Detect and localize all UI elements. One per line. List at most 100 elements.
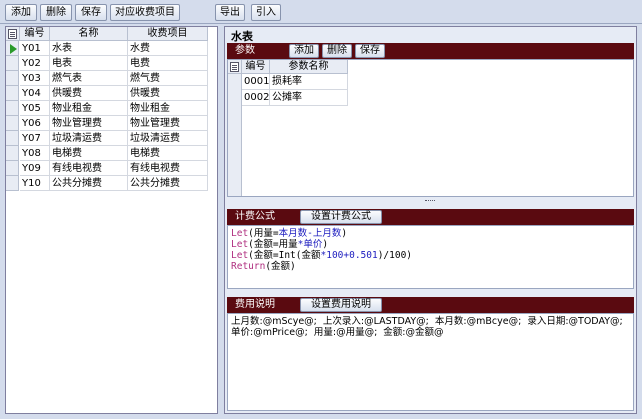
meter-list-panel: 编号 名称 收费项目 Y01 水表 水费 Y02 电表 电费 Y03 燃气表 燃气费 Y04 供暖费… — [5, 26, 218, 414]
meter-fee-cell[interactable]: 物业租金 — [128, 101, 208, 116]
formula-header-bar: 计费公式 — [227, 209, 634, 225]
export-button[interactable]: 导出 — [215, 4, 245, 21]
row-indicator[interactable] — [6, 116, 19, 131]
formula-line: Return(金额) — [231, 261, 630, 272]
meter-name-cell[interactable]: 供暖费 — [50, 86, 128, 101]
meter-code-cell[interactable]: Y07 — [20, 131, 50, 146]
meter-name-cell[interactable]: 物业租金 — [50, 101, 128, 116]
delete-button[interactable]: 删除 — [40, 4, 72, 21]
meter-code-cell[interactable]: Y10 — [20, 176, 50, 191]
formula-line: Let(金额=用量*单价) — [231, 239, 630, 250]
meter-code-cell[interactable]: Y03 — [20, 71, 50, 86]
fee-note-editor[interactable]: 上月数:@mScye@; 上次录入:@LASTDAY@; 本月数:@mBcye@… — [227, 313, 634, 411]
fee-note-header-label: 费用说明 — [235, 299, 275, 310]
fee-note-line-2: 单价:@mPrice@; 用量:@用量@; 金额:@金额@ — [231, 327, 444, 338]
params-column-header-code[interactable]: 编号 — [242, 60, 270, 74]
set-formula-button[interactable]: 设置计费公式 — [300, 210, 382, 224]
meter-fee-cell[interactable]: 燃气费 — [128, 71, 208, 86]
meter-fee-cell[interactable]: 电费 — [128, 56, 208, 71]
grid-corner — [6, 27, 20, 41]
param-save-button[interactable]: 保存 — [355, 44, 385, 58]
row-indicator[interactable] — [6, 71, 19, 86]
formula-expr-b: *100+0.501 — [320, 250, 378, 261]
formula-text: Let(用量=本月数-上月数) Let(金额=用量*单价) Let(金额=Int(金… — [231, 228, 630, 272]
row-indicator[interactable] — [6, 101, 19, 116]
column-header-name[interactable]: 名称 — [50, 27, 128, 41]
meter-code-cell[interactable]: Y04 — [20, 86, 50, 101]
params-column-header-name[interactable]: 参数名称 — [270, 60, 348, 74]
meter-name-cell[interactable]: 电梯费 — [50, 146, 128, 161]
meter-code-cell[interactable]: Y06 — [20, 116, 50, 131]
fee-note-line-1: 上月数:@mScye@; 上次录入:@LASTDAY@; 本月数:@mBcye@… — [231, 316, 623, 327]
import-button[interactable]: 引入 — [251, 4, 281, 21]
param-add-button[interactable]: 添加 — [289, 44, 319, 58]
row-indicator[interactable] — [6, 41, 19, 56]
formula-expr-c: )/100) — [377, 250, 413, 261]
meter-fee-cell[interactable]: 水费 — [128, 41, 208, 56]
meter-code-cell[interactable]: Y09 — [20, 161, 50, 176]
formula-expr-a: (金额) — [265, 261, 296, 272]
formula-keyword: Return — [231, 261, 266, 272]
column-header-fee-item[interactable]: 收费项目 — [128, 27, 208, 41]
row-indicator[interactable] — [6, 86, 19, 101]
main-toolbar: 添加 删除 保存 对应收费项目 导出 引入 — [0, 0, 642, 24]
row-indicator[interactable] — [6, 56, 19, 71]
fee-note-header-bar: 费用说明 — [227, 297, 634, 313]
meter-name-cell[interactable]: 垃圾清运费 — [50, 131, 128, 146]
param-delete-button[interactable]: 删除 — [322, 44, 352, 58]
param-code-cell[interactable]: 0001 — [242, 74, 270, 90]
meter-name-cell[interactable]: 有线电视费 — [50, 161, 128, 176]
meter-fee-cell[interactable]: 垃圾清运费 — [128, 131, 208, 146]
column-header-code[interactable]: 编号 — [20, 27, 50, 41]
row-indicator[interactable] — [6, 146, 19, 161]
row-indicator[interactable] — [6, 176, 19, 191]
meter-name-cell[interactable]: 水表 — [50, 41, 128, 56]
formula-keyword: Let — [231, 239, 249, 250]
formula-expr-a: (金额=Int(金额 — [248, 250, 321, 261]
meter-fee-cell[interactable]: 物业管理费 — [128, 116, 208, 131]
detail-panel: 水表 参数 添加 删除 保存 编号 参数名称 0001 损耗率 0002 公摊率 计费… — [224, 26, 637, 414]
row-indicator[interactable] — [6, 161, 19, 176]
meter-code-cell[interactable]: Y02 — [20, 56, 50, 71]
formula-keyword: Let — [231, 250, 249, 261]
current-row-arrow-icon — [10, 44, 17, 54]
params-header-label: 参数 — [235, 45, 255, 56]
params-row-indicator-column — [228, 74, 242, 196]
meter-code-cell[interactable]: Y08 — [20, 146, 50, 161]
param-name-cell[interactable]: 公摊率 — [270, 90, 348, 106]
meter-code-cell[interactable]: Y01 — [20, 41, 50, 56]
param-name-cell[interactable]: 损耗率 — [270, 74, 348, 90]
param-code-cell[interactable]: 0002 — [242, 90, 270, 106]
meter-name-cell[interactable]: 燃气表 — [50, 71, 128, 86]
formula-expr-c: ) — [341, 228, 348, 239]
meter-fee-cell[interactable]: 公共分摊费 — [128, 176, 208, 191]
document-icon — [230, 62, 239, 72]
row-indicator[interactable] — [6, 131, 19, 146]
set-fee-note-button[interactable]: 设置费用说明 — [300, 298, 382, 312]
meter-name-cell[interactable]: 物业管理费 — [50, 116, 128, 131]
formula-line: Let(金额=Int(金额*100+0.501)/100) — [231, 250, 630, 261]
document-icon — [8, 29, 17, 39]
meter-fee-cell[interactable]: 电梯费 — [128, 146, 208, 161]
meter-fee-cell[interactable]: 有线电视费 — [128, 161, 208, 176]
meter-name-cell[interactable]: 电表 — [50, 56, 128, 71]
formula-header-label: 计费公式 — [235, 211, 275, 222]
add-button[interactable]: 添加 — [5, 4, 37, 21]
meter-code-cell[interactable]: Y05 — [20, 101, 50, 116]
formula-keyword: Let — [231, 228, 249, 239]
params-grid-corner — [228, 60, 242, 74]
formula-editor[interactable]: Let(用量=本月数-上月数) Let(金额=用量*单价) Let(金额=Int(金… — [227, 225, 634, 289]
meter-name-cell[interactable]: 公共分摊费 — [50, 176, 128, 191]
formula-expr-a: (用量= — [248, 228, 279, 239]
formula-expr-b: 本月数-上月数 — [278, 228, 342, 239]
formula-expr-b: *单价 — [297, 239, 323, 250]
detail-title: 水表 — [231, 30, 253, 43]
formula-expr-c: ) — [322, 239, 329, 250]
params-grid-panel: 编号 参数名称 0001 损耗率 0002 公摊率 — [227, 59, 634, 197]
splitter-handle[interactable] — [425, 200, 435, 203]
formula-expr-a: (金额=用量 — [248, 239, 298, 250]
formula-line: Let(用量=本月数-上月数) — [231, 228, 630, 239]
meter-fee-cell[interactable]: 供暖费 — [128, 86, 208, 101]
match-fee-item-button[interactable]: 对应收费项目 — [110, 4, 180, 21]
save-button[interactable]: 保存 — [75, 4, 107, 21]
